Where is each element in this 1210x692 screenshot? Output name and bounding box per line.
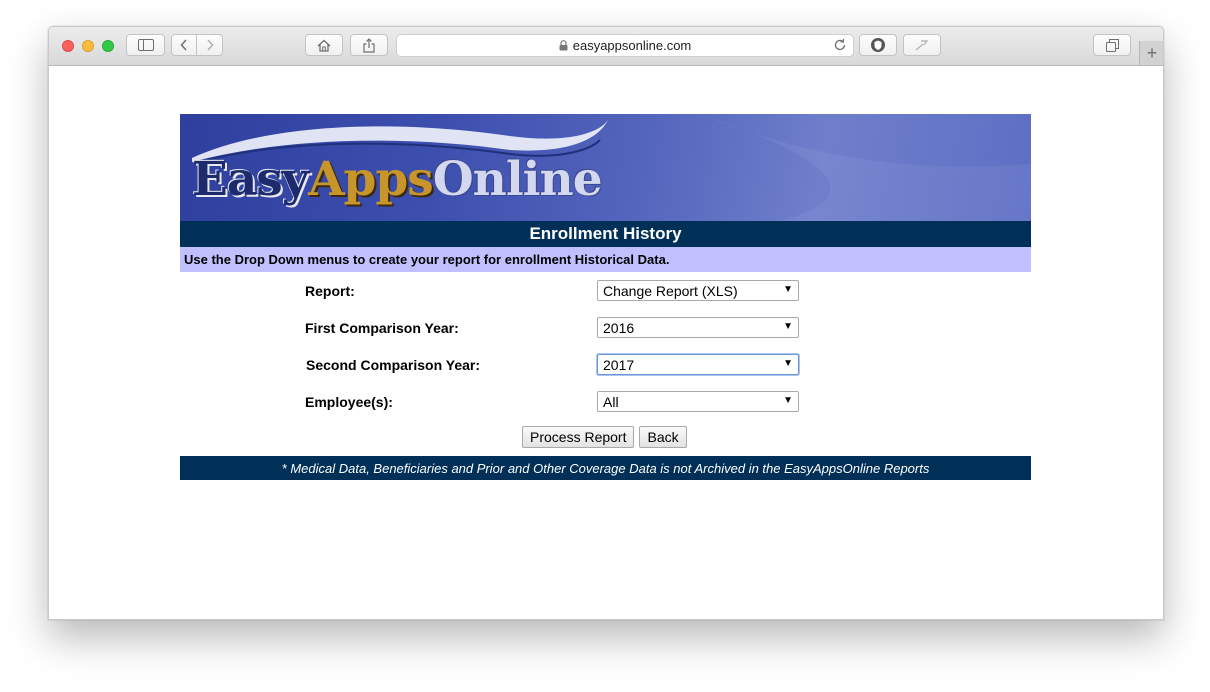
report-select-value: Change Report (XLS) (603, 282, 738, 299)
browser-toolbar: easyappsonline.com (49, 27, 1163, 66)
address-bar[interactable]: easyappsonline.com (396, 34, 854, 57)
site-logo: EasyAppsOnline (192, 152, 603, 207)
shield-extension-icon (871, 38, 885, 52)
forward-nav-button[interactable] (197, 34, 223, 56)
first-year-select-value: 2016 (603, 319, 635, 336)
dropdown-arrow-icon: ▼ (783, 284, 793, 295)
employees-row: Employee(s): All ▼ (180, 391, 1031, 413)
plus-icon: + (1146, 43, 1158, 63)
process-report-button[interactable]: Process Report (522, 426, 635, 448)
share-button[interactable] (350, 34, 388, 56)
maximize-window-button[interactable] (102, 40, 114, 52)
logo-easy-text: Easy (192, 152, 309, 207)
first-year-label: First Comparison Year: (305, 320, 459, 336)
second-year-label: Second Comparison Year: (306, 357, 481, 373)
back-nav-button[interactable] (171, 34, 197, 56)
close-window-button[interactable] (62, 40, 74, 52)
form-buttons: Process Report Back (522, 426, 687, 448)
logo-online-text: Online (432, 152, 603, 207)
report-form: Report: Change Report (XLS) ▼ First Comp… (180, 272, 1031, 456)
chevron-left-icon (180, 39, 187, 51)
browser-window: easyappsonline.com + EasyAppsOnline Enro… (48, 26, 1164, 620)
extension-button[interactable] (859, 34, 897, 56)
chevron-right-icon (206, 39, 214, 51)
tabs-overview-button[interactable] (1093, 34, 1131, 56)
report-row: Report: Change Report (XLS) ▼ (180, 280, 1031, 302)
new-tab-button[interactable]: + (1139, 41, 1163, 65)
second-year-row: Second Comparison Year: 2017 ▼ (180, 354, 1031, 376)
second-year-select[interactable]: 2017 ▼ (597, 354, 799, 375)
second-year-select-value: 2017 (603, 356, 635, 373)
first-year-select[interactable]: 2016 ▼ (597, 317, 799, 338)
tabs-icon (1105, 38, 1119, 52)
dropdown-arrow-icon: ▼ (783, 358, 793, 369)
page-title: Enrollment History (180, 221, 1031, 247)
extension-button-2[interactable] (903, 34, 941, 56)
sidebar-icon (137, 39, 154, 51)
home-icon (317, 39, 331, 52)
report-label: Report: (305, 283, 355, 299)
report-select[interactable]: Change Report (XLS) ▼ (597, 280, 799, 301)
site-banner: EasyAppsOnline (180, 114, 1031, 221)
minimize-window-button[interactable] (82, 40, 94, 52)
employees-label: Employee(s): (305, 394, 393, 410)
home-button[interactable] (305, 34, 343, 56)
sidebar-toggle-button[interactable] (126, 34, 165, 56)
employees-select[interactable]: All ▼ (597, 391, 799, 412)
instructions-text: Use the Drop Down menus to create your r… (180, 247, 1031, 272)
dropdown-arrow-icon: ▼ (783, 395, 793, 406)
pin-icon (915, 40, 929, 51)
back-button[interactable]: Back (639, 426, 687, 448)
footer-note: * Medical Data, Beneficiaries and Prior … (180, 456, 1031, 480)
url-text: easyappsonline.com (572, 38, 692, 53)
logo-apps-text: Apps (308, 152, 434, 207)
page-content: EasyAppsOnline Enrollment History Use th… (180, 114, 1031, 480)
share-icon (363, 37, 375, 53)
reload-icon[interactable] (833, 38, 847, 52)
employees-select-value: All (603, 393, 619, 410)
lock-icon (559, 40, 568, 51)
first-year-row: First Comparison Year: 2016 ▼ (180, 317, 1031, 339)
dropdown-arrow-icon: ▼ (783, 321, 793, 332)
